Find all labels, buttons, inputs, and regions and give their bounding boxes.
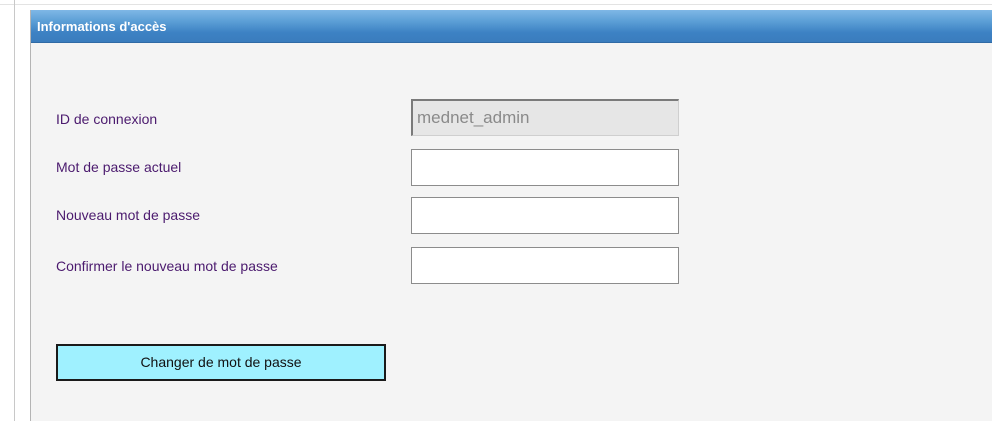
left-divider [14,0,15,421]
confirm-password-label: Confirmer le nouveau mot de passe [56,258,278,274]
top-border [0,0,992,5]
current-password-field[interactable] [411,149,679,186]
access-info-panel: Informations d'accès ID de connexion Mot… [30,10,992,421]
current-password-label: Mot de passe actuel [56,159,182,175]
login-id-field[interactable] [411,99,679,136]
login-id-label: ID de connexion [56,111,158,127]
new-password-label: Nouveau mot de passe [56,207,200,223]
new-password-field[interactable] [411,197,679,234]
change-password-button[interactable]: Changer de mot de passe [56,344,386,381]
panel-title: Informations d'accès [37,19,167,34]
confirm-password-field[interactable] [411,247,679,284]
panel-header: Informations d'accès [31,10,992,43]
